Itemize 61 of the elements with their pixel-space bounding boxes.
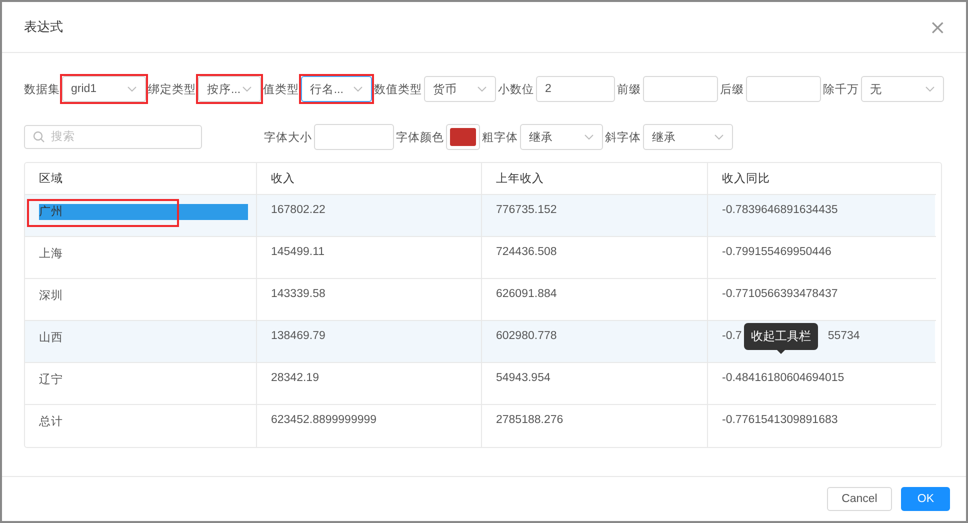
dropdown[interactable]: 货币 (424, 76, 496, 102)
table-cell: 深圳 (39, 290, 63, 302)
field-label: 值类型 (262, 82, 299, 96)
input-field[interactable] (746, 76, 821, 102)
dropdown[interactable]: 继承 (520, 124, 603, 150)
table-cell: 山西 (39, 332, 63, 344)
field-label: 数据集 (24, 82, 60, 96)
caret-icon (714, 134, 724, 140)
field-label: 小数位 (498, 82, 534, 96)
field-label: 字体颜色 (396, 130, 444, 144)
table-cell: -0.7 (722, 330, 742, 342)
table-cell: 623452.8899999999 (271, 414, 377, 426)
field-label: 前缀 (616, 82, 641, 96)
caret-icon (126, 86, 137, 92)
caret-icon (925, 86, 935, 92)
table-cell: -0.799155469950446 (722, 246, 832, 258)
table-cell: 145499.11 (271, 246, 325, 258)
table-cell: 776735.152 (496, 204, 557, 216)
field-label: 后缀 (720, 82, 744, 96)
input-field[interactable] (314, 124, 394, 150)
cancel-button[interactable]: Cancel (826, 487, 892, 511)
table-cell: 总计 (39, 416, 63, 428)
dropdown[interactable]: 无 (860, 76, 944, 102)
table-cell: -0.7839646891634435 (722, 204, 838, 216)
dropdown[interactable]: grid1 (62, 76, 146, 102)
field-label: 除千万 (822, 82, 859, 96)
table-cell: 602980.778 (496, 330, 557, 342)
table-cell: 724436.508 (496, 246, 557, 258)
table-cell: 55734 (828, 330, 860, 342)
table-cell: 辽宁 (39, 374, 63, 386)
caret-icon (476, 86, 487, 92)
dropdown[interactable]: 行名... (300, 76, 372, 102)
table-cell: 28342.19 (271, 372, 319, 384)
search-field[interactable]: 搜索 (24, 125, 202, 149)
table-cell: 广州 (39, 204, 248, 220)
field-label: 绑定类型 (148, 82, 196, 96)
table-cell: -0.48416180604694015 (722, 372, 844, 384)
table-cell: 167802.22 (271, 204, 326, 216)
table-cell: -0.7761541309891683 (722, 414, 838, 426)
caret-icon (584, 134, 594, 140)
table-cell: 54943.954 (496, 372, 550, 384)
caret-icon (352, 86, 363, 92)
highlight-frame (196, 74, 263, 104)
field-label: 粗字体 (482, 130, 518, 144)
table-cell: 626091.884 (496, 288, 557, 300)
table-cell: 138469.79 (271, 330, 326, 342)
caret-icon (242, 86, 252, 92)
field-label: 字体大小 (264, 130, 312, 144)
color-picker[interactable] (446, 124, 480, 150)
table-cell: -0.7710566393478437 (722, 288, 838, 300)
field-label: 斜字体 (605, 130, 641, 144)
table-cell: 上海 (39, 248, 63, 260)
dropdown[interactable]: 按序... (198, 76, 261, 102)
field-label: 数值类型 (374, 82, 422, 96)
input-field[interactable] (642, 76, 718, 102)
table-cell: 143339.58 (271, 288, 326, 300)
table-cell: 2785188.276 (496, 414, 564, 426)
search-icon (33, 131, 45, 143)
dropdown[interactable]: 继承 (643, 124, 733, 150)
dialog-title: 表达式 (24, 18, 63, 36)
input-field[interactable]: 2 (536, 76, 615, 102)
